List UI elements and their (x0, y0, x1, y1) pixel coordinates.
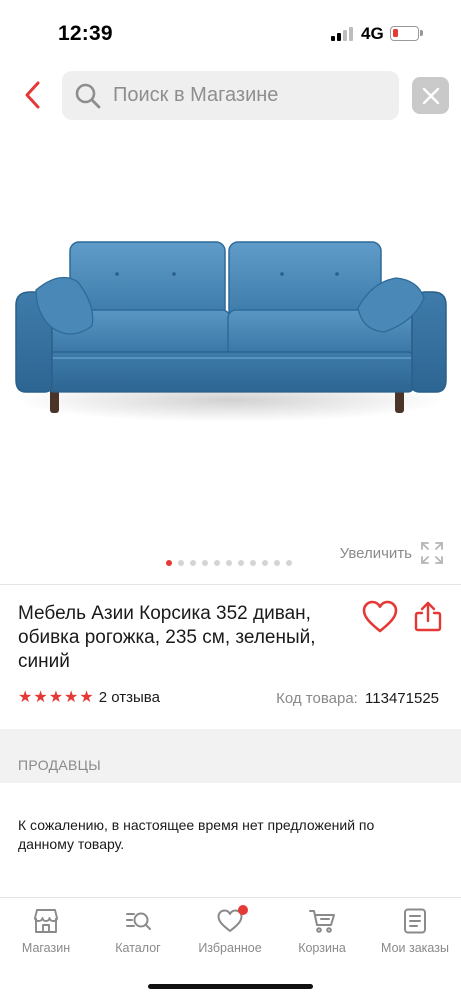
star-icon: ★ (79, 688, 94, 706)
clear-search-button[interactable] (412, 77, 449, 114)
star-icon: ★ (64, 688, 79, 706)
network-label: 4G (361, 24, 384, 43)
tab-store[interactable]: Магазин (0, 898, 92, 968)
search-bar[interactable] (62, 71, 399, 120)
gallery-dot[interactable] (238, 560, 244, 566)
heart-icon (362, 600, 398, 633)
favorites-icon-wrap (216, 905, 248, 935)
zoom-label: Увеличить (339, 544, 412, 562)
gallery-dot[interactable] (262, 560, 268, 566)
tab-favorites[interactable]: Избранное (184, 898, 276, 968)
chevron-left-icon (25, 81, 40, 109)
expand-icon (421, 542, 443, 564)
sellers-header-label: ПРОДАВЦЫ (18, 757, 101, 773)
tab-catalog[interactable]: Каталог (92, 898, 184, 968)
divider (0, 584, 461, 585)
status-time: 12:39 (58, 22, 113, 45)
star-icon: ★ (18, 688, 33, 706)
signal-icon (331, 27, 353, 41)
favorite-button[interactable] (362, 600, 398, 634)
status-bar: 12:39 4G (0, 0, 461, 64)
gallery-dot[interactable] (202, 560, 208, 566)
catalog-search-icon (126, 912, 151, 930)
search-input[interactable] (113, 84, 383, 107)
rating-row[interactable]: ★ ★ ★ ★ ★ 2 отзыва (18, 689, 160, 706)
home-indicator[interactable] (148, 984, 313, 989)
search-icon (75, 83, 101, 108)
rating-stars: ★ ★ ★ ★ ★ (18, 688, 94, 706)
gallery-dot[interactable] (274, 560, 280, 566)
sellers-header: ПРОДАВЦЫ (0, 729, 461, 783)
gallery-dot[interactable] (166, 560, 172, 566)
close-icon (422, 87, 439, 104)
product-code: Код товара: 113471525 (276, 690, 439, 707)
tab-label: Мои заказы (381, 941, 449, 955)
no-offers-message: К сожалению, в настоящее время нет предл… (18, 817, 375, 852)
tab-label: Избранное (198, 941, 262, 955)
gallery-dot[interactable] (190, 560, 196, 566)
cart-icon (309, 910, 335, 933)
gallery-pagination[interactable] (166, 560, 292, 566)
gallery-dot[interactable] (250, 560, 256, 566)
gallery-dot[interactable] (226, 560, 232, 566)
gallery-dot[interactable] (214, 560, 220, 566)
back-button[interactable] (16, 78, 50, 112)
favorites-badge (238, 905, 248, 915)
store-icon (34, 909, 58, 933)
reviews-count[interactable]: 2 отзыва (99, 689, 160, 706)
product-image[interactable] (0, 130, 461, 530)
battery-cap (420, 30, 423, 36)
tab-cart[interactable]: Корзина (276, 898, 368, 968)
battery-icon (390, 26, 419, 41)
tab-label: Магазин (21, 941, 71, 955)
orders-icon (404, 908, 426, 934)
product-title: Мебель Азии Корсика 352 диван, обивка ро… (18, 603, 316, 672)
tab-label: Каталог (115, 941, 161, 955)
gallery-dot[interactable] (286, 560, 292, 566)
share-button[interactable] (413, 600, 443, 632)
star-icon: ★ (48, 688, 64, 706)
battery-level (393, 29, 398, 37)
tab-orders[interactable]: Мои заказы (369, 898, 461, 968)
star-icon: ★ (33, 688, 48, 706)
gallery-dot[interactable] (178, 560, 184, 566)
product-code-value: 113471525 (365, 690, 439, 707)
tab-label: Корзина (298, 941, 346, 955)
zoom-button[interactable]: Увеличить (340, 541, 444, 565)
product-code-label: Код товара: (276, 690, 358, 707)
share-icon (414, 601, 442, 632)
